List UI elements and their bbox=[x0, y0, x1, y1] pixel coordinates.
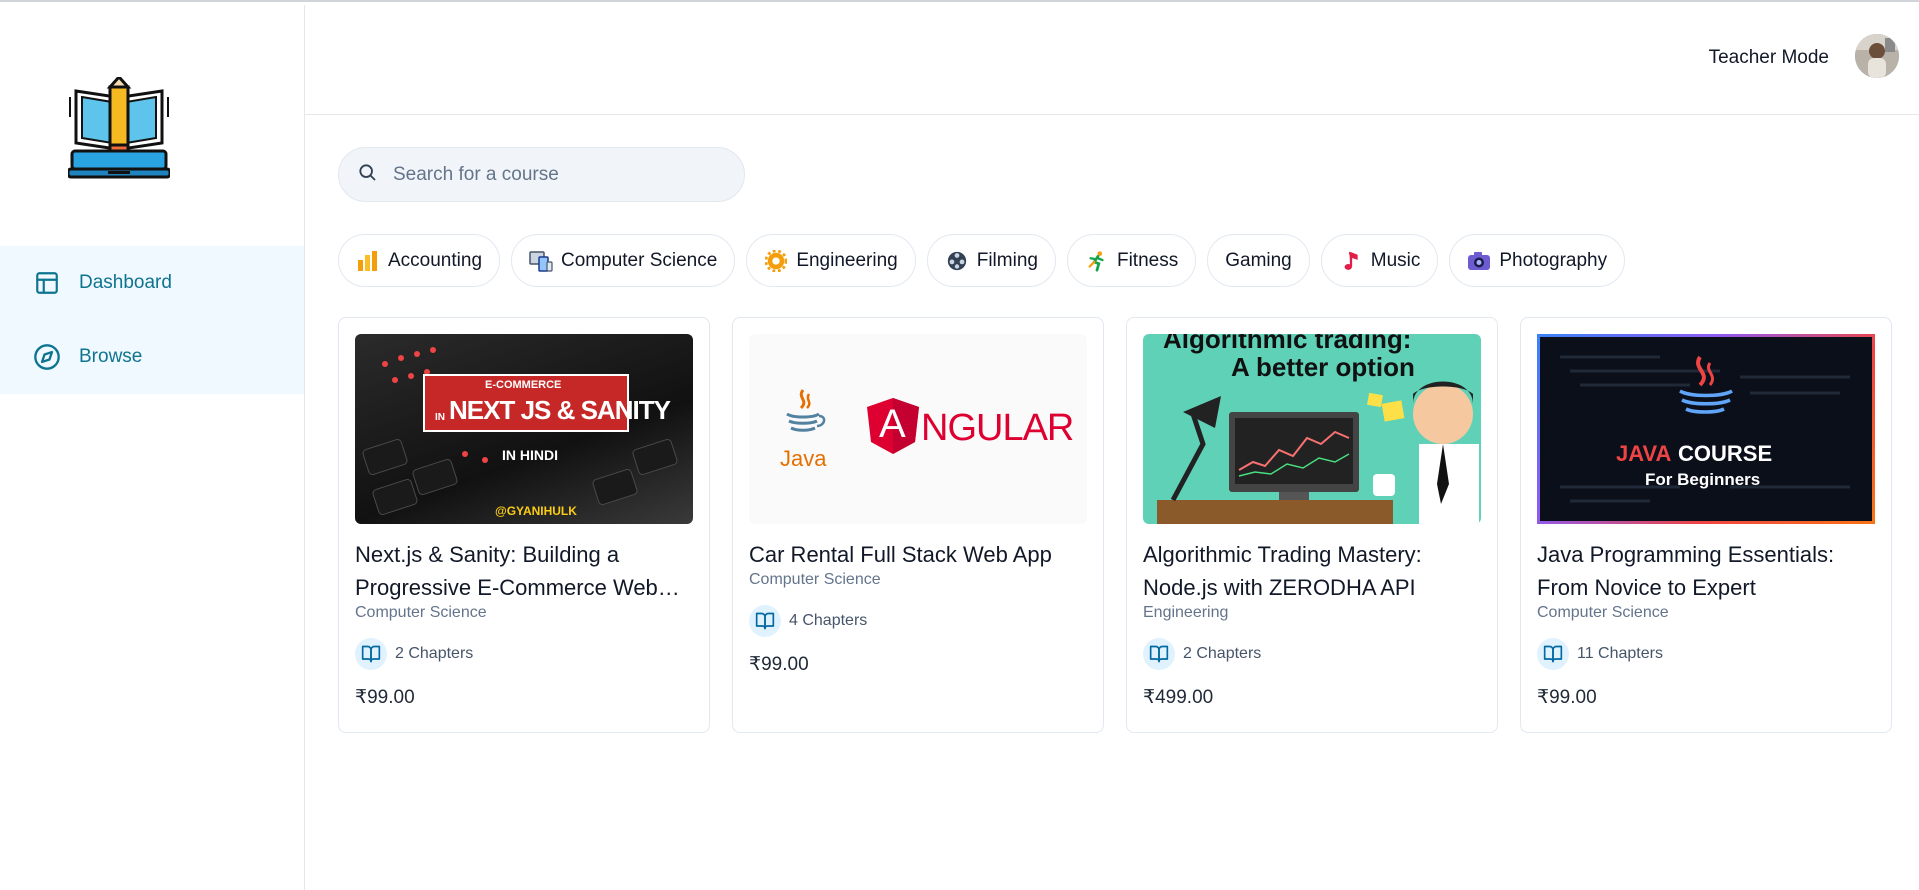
sidebar-item-dashboard[interactable]: Dashboard bbox=[0, 246, 304, 320]
course-title: Algorithmic Trading Mastery: Node.js wit… bbox=[1143, 542, 1422, 600]
chapters-count: 2 Chapters bbox=[1183, 645, 1262, 662]
book-open-icon bbox=[355, 638, 387, 670]
music-note-icon bbox=[1339, 249, 1363, 273]
course-category: Computer Science bbox=[355, 604, 487, 621]
course-price: ₹99.00 bbox=[749, 654, 809, 675]
chip-label: Photography bbox=[1499, 249, 1608, 271]
course-category: Computer Science bbox=[1537, 604, 1669, 621]
search-bar[interactable] bbox=[338, 147, 745, 202]
thumb-java-label: Java bbox=[780, 446, 827, 471]
bar-chart-icon bbox=[356, 249, 380, 273]
java-logo-icon bbox=[779, 386, 827, 451]
sidebar-item-label: Dashboard bbox=[79, 272, 172, 293]
thumb-label-prefix: IN bbox=[435, 412, 445, 423]
course-chapters: 2 Chapters bbox=[1143, 638, 1481, 670]
chapters-count: 11 Chapters bbox=[1577, 645, 1663, 662]
chapters-count: 4 Chapters bbox=[789, 612, 868, 629]
computer-devices-icon bbox=[529, 249, 553, 273]
sidebar: Dashboard Browse bbox=[0, 5, 305, 890]
category-chip-accounting[interactable]: Accounting bbox=[338, 234, 501, 287]
category-chip-filming[interactable]: Filming bbox=[926, 234, 1056, 287]
top-header: Teacher Mode bbox=[305, 5, 1919, 115]
app-logo[interactable] bbox=[66, 74, 172, 181]
course-title: Java Programming Essentials: From Novice… bbox=[1537, 542, 1835, 600]
thumb-sub-label: For Beginners bbox=[1645, 470, 1761, 489]
sidebar-nav: Dashboard Browse bbox=[0, 246, 304, 394]
book-open-icon bbox=[1537, 638, 1569, 670]
course-thumbnail: E-COMMERCE IN NEXT JS & SANITY IN HINDI … bbox=[355, 334, 693, 524]
thumb-label-top: E-COMMERCE bbox=[485, 379, 562, 391]
chip-label: Engineering bbox=[796, 249, 898, 271]
chip-label: Fitness bbox=[1116, 249, 1179, 271]
thumb-angular-label: NGULAR bbox=[921, 407, 1074, 449]
course-title: Next.js & Sanity: Building a Progressive… bbox=[355, 542, 680, 600]
sidebar-item-label: Browse bbox=[79, 346, 143, 367]
category-chip-fitness[interactable]: Fitness bbox=[1066, 234, 1197, 287]
thumb-label-main: NEXT JS & SANITY bbox=[449, 395, 671, 425]
category-chip-computer-science[interactable]: Computer Science bbox=[511, 234, 736, 287]
course-chapters: 4 Chapters bbox=[749, 605, 1087, 637]
course-title: Car Rental Full Stack Web App bbox=[749, 542, 1052, 567]
course-price: ₹99.00 bbox=[1537, 687, 1597, 708]
course-card[interactable]: Algorithmic trading: A better option Alg… bbox=[1126, 317, 1498, 733]
book-open-icon bbox=[1143, 638, 1175, 670]
chip-label: Gaming bbox=[1225, 249, 1292, 271]
search-input[interactable] bbox=[393, 163, 713, 186]
user-avatar[interactable] bbox=[1855, 34, 1899, 78]
chip-label: Accounting bbox=[388, 249, 483, 271]
chip-label: Filming bbox=[976, 249, 1038, 271]
course-chapters: 11 Chapters bbox=[1537, 638, 1875, 670]
film-reel-icon bbox=[945, 249, 969, 273]
course-chapters: 2 Chapters bbox=[355, 638, 693, 670]
category-chip-photography[interactable]: Photography bbox=[1449, 234, 1626, 287]
main-content: Accounting Computer Science Engineering … bbox=[305, 115, 1919, 890]
course-price: ₹99.00 bbox=[355, 687, 415, 708]
thumb-java-label: JAVA bbox=[1616, 441, 1672, 466]
course-card[interactable]: E-COMMERCE IN NEXT JS & SANITY IN HINDI … bbox=[338, 317, 710, 733]
course-category: Engineering bbox=[1143, 604, 1229, 621]
thumb-headline-2: A better option bbox=[1231, 352, 1415, 382]
course-category: Computer Science bbox=[749, 571, 881, 588]
chip-label: Computer Science bbox=[561, 249, 718, 271]
chip-label: Music bbox=[1370, 249, 1421, 271]
teacher-mode-button[interactable]: Teacher Mode bbox=[1709, 47, 1829, 69]
category-chip-music[interactable]: Music bbox=[1320, 234, 1439, 287]
category-filter-list: Accounting Computer Science Engineering … bbox=[338, 234, 1626, 287]
book-open-icon bbox=[749, 605, 781, 637]
course-card[interactable]: JAVA COURSE For Beginners Java Programmi… bbox=[1520, 317, 1892, 733]
course-card[interactable]: Java A NGULAR Car Rental Full Stack Web … bbox=[732, 317, 1104, 733]
thumb-angular-letter: A bbox=[879, 402, 906, 446]
course-thumbnail: Java A NGULAR bbox=[749, 334, 1087, 524]
category-chip-gaming[interactable]: Gaming bbox=[1207, 234, 1310, 287]
search-icon bbox=[357, 162, 377, 187]
course-grid: E-COMMERCE IN NEXT JS & SANITY IN HINDI … bbox=[338, 317, 1892, 733]
thumb-course-label: COURSE bbox=[1678, 441, 1773, 466]
layout-icon bbox=[33, 269, 61, 297]
chapters-count: 2 Chapters bbox=[395, 645, 474, 662]
thumb-label-sub: IN HINDI bbox=[502, 447, 558, 463]
thumb-label-handle: @GYANIHULK bbox=[495, 504, 577, 518]
gear-icon bbox=[764, 249, 788, 273]
compass-icon bbox=[33, 343, 61, 371]
course-thumbnail: Algorithmic trading: A better option bbox=[1143, 334, 1481, 524]
course-price: ₹499.00 bbox=[1143, 687, 1214, 708]
camera-icon bbox=[1467, 249, 1491, 273]
runner-icon bbox=[1085, 249, 1109, 273]
category-chip-engineering[interactable]: Engineering bbox=[746, 234, 916, 287]
course-thumbnail: JAVA COURSE For Beginners bbox=[1537, 334, 1875, 524]
sidebar-item-browse[interactable]: Browse bbox=[0, 320, 304, 394]
